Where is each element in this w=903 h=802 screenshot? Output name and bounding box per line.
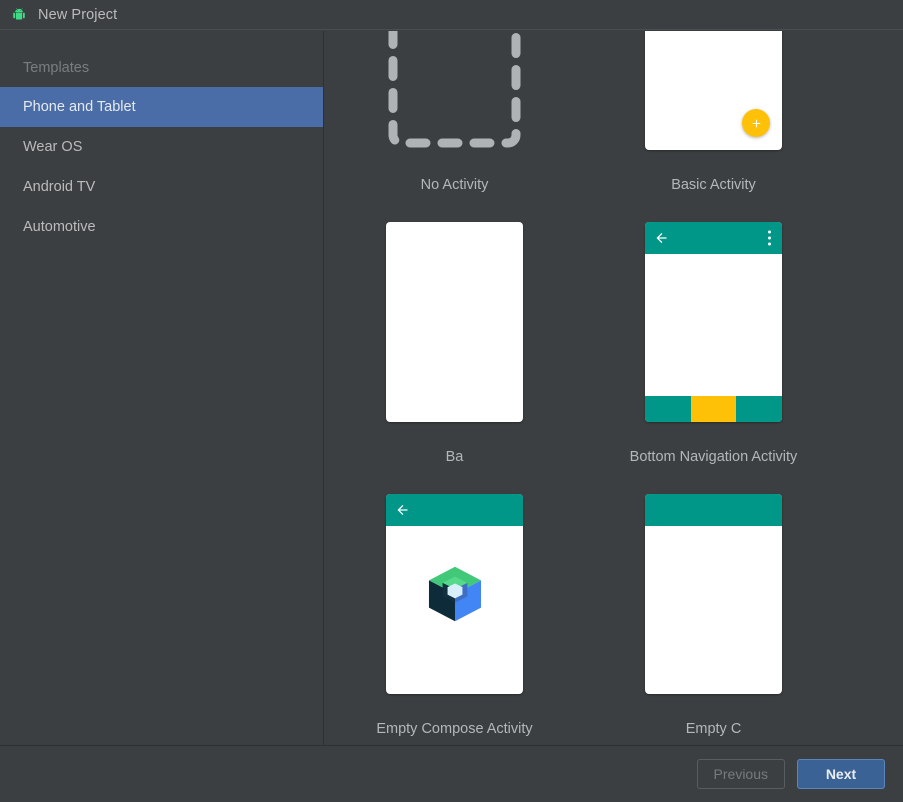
window-title-bar: New Project [0,0,903,30]
dashed-rectangle-icon [388,31,521,148]
template-label: Empty C [685,721,742,737]
window-title: New Project [38,6,118,23]
template-thumbnail [585,476,842,712]
new-project-dialog: New Project Templates Phone and Tablet W… [0,0,903,802]
template-card-empty-compose-activity[interactable]: Empty Compose Activity [325,475,584,745]
template-label: No Activity [420,177,489,193]
template-thumbnail [326,31,583,168]
sidebar-item-label: Phone and Tablet [23,99,136,115]
template-label: Basic Activity [671,177,756,193]
floating-action-button-icon [742,109,770,137]
sidebar-item-automotive[interactable]: Automotive [0,207,323,247]
dashed-placeholder-icon [386,31,523,150]
back-arrow-icon [397,505,408,515]
bottom-nav-item [645,396,691,422]
bottom-nav-item-active [690,396,737,422]
template-card-basic-activity[interactable]: Basic Activity [584,31,843,203]
next-button[interactable]: Next [797,759,885,789]
template-thumbnail [585,31,842,168]
sidebar-item-phone-and-tablet[interactable]: Phone and Tablet [0,87,323,127]
plus-icon [752,119,760,127]
template-thumbnail [585,204,842,440]
template-thumbnail [326,204,583,440]
dialog-footer: Previous Next [0,745,903,802]
template-card-no-activity[interactable]: No Activity [325,31,584,203]
phone-preview [645,494,782,694]
template-grid: No Activity Basic Activity Ba Bottom Nav… [325,31,903,745]
template-label: Ba [445,449,464,465]
bottom-navigation-bar [645,396,782,422]
template-card-bottom-navigation-activity[interactable]: Bottom Navigation Activity [584,203,843,475]
template-card-clipped-row1[interactable]: Ba [325,203,584,475]
app-bar [386,494,523,526]
phone-preview [386,494,523,694]
phone-preview [386,222,523,422]
phone-preview [645,31,782,150]
bottom-nav-item [736,396,782,422]
template-gallery[interactable]: No Activity Basic Activity Ba Bottom Nav… [325,31,903,745]
phone-preview [645,222,782,422]
sidebar-item-wear-os[interactable]: Wear OS [0,127,323,167]
back-arrow-icon [656,233,667,243]
previous-button[interactable]: Previous [696,759,785,789]
app-bar [645,222,782,254]
overflow-menu-icon [768,230,771,246]
templates-sidebar: Templates Phone and Tablet Wear OS Andro… [0,31,324,802]
sidebar-item-android-tv[interactable]: Android TV [0,167,323,207]
template-label: Empty Compose Activity [376,721,533,737]
template-label: Bottom Navigation Activity [629,449,798,465]
sidebar-section-templates: Templates [23,60,90,76]
app-bar [645,494,782,526]
sidebar-item-label: Wear OS [23,139,83,155]
sidebar-item-label: Automotive [23,219,96,235]
android-robot-icon [13,7,25,19]
template-thumbnail [326,476,583,712]
sidebar-item-label: Android TV [23,179,96,195]
jetpack-compose-logo-icon [428,566,481,622]
template-card-clipped-row2[interactable]: Empty C [584,475,843,745]
